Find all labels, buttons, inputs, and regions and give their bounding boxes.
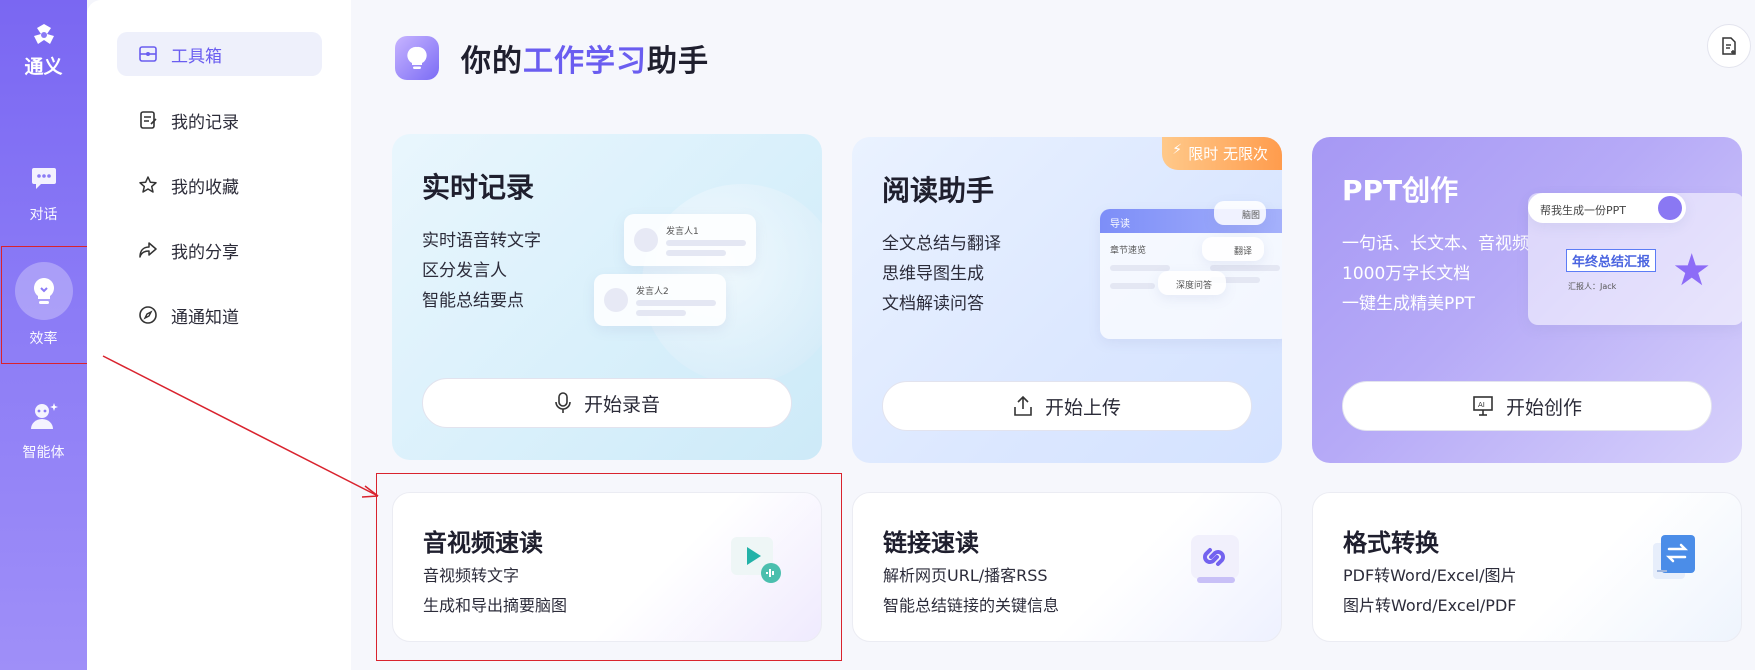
- card-title: 实时记录: [422, 171, 535, 204]
- chat-icon: [24, 158, 64, 198]
- star-wand-icon: ★: [1672, 245, 1712, 296]
- svg-text:AI: AI: [1478, 401, 1485, 409]
- card-description: 实时语音转文字 区分发言人 智能总结要点: [422, 231, 541, 311]
- card-description: PDF转Word/Excel/图片 图片转Word/Excel/PDF: [1343, 566, 1517, 615]
- highlight-box-card: [376, 473, 842, 661]
- assistant-bulb-icon: [395, 36, 439, 80]
- page-title: 你的工作学习助手: [461, 44, 709, 79]
- nav-item-label: 工具箱: [171, 46, 222, 67]
- card-title: 格式转换: [1343, 529, 1439, 557]
- document-add-icon: [1722, 37, 1736, 55]
- rail-item-label: 对话: [29, 207, 58, 223]
- start-create-button[interactable]: AI 开始创作: [1342, 381, 1712, 431]
- button-label: 开始创作: [1505, 396, 1582, 419]
- rail-item-label: 智能体: [22, 445, 65, 461]
- limited-offer-badge: ⚡ 限时 无限次: [1162, 137, 1282, 170]
- tongyi-logo-icon: [33, 24, 54, 44]
- page-header: 你的工作学习助手: [395, 36, 709, 80]
- toolbox-icon: [137, 43, 159, 65]
- compass-icon: [137, 304, 159, 326]
- rail-item-agent[interactable]: 智能体: [0, 396, 87, 462]
- card-ppt-creation[interactable]: PPT创作 一句话、长文本、音视频 1000万字长文档 一键生成精美PPT 帮我…: [1312, 137, 1742, 463]
- microphone-icon: [554, 392, 572, 414]
- card-format-convert[interactable]: 格式转换 PDF转Word/Excel/图片 图片转Word/Excel/PDF: [1312, 492, 1742, 642]
- presentation-icon: AI: [1472, 395, 1494, 417]
- nav-item-toolbox[interactable]: 工具箱: [117, 32, 322, 76]
- record-icon: [137, 109, 159, 131]
- card-title: 链接速读: [883, 529, 979, 557]
- lightning-icon: ⚡: [1172, 142, 1183, 158]
- nav-item-shares[interactable]: 我的分享: [117, 228, 322, 272]
- start-recording-button[interactable]: 开始录音: [422, 378, 792, 428]
- button-label: 开始录音: [583, 393, 660, 416]
- nav-item-tongtong[interactable]: 通通知道: [117, 293, 322, 337]
- share-icon: [137, 239, 159, 261]
- card-description: 全文总结与翻译 思维导图生成 文档解读问答: [882, 234, 1001, 314]
- nav-item-label: 通通知道: [171, 307, 239, 328]
- upload-icon: [1013, 395, 1033, 417]
- card-description: 解析网页URL/播客RSS 智能总结链接的关键信息: [883, 566, 1060, 615]
- nav-item-label: 我的记录: [171, 112, 239, 133]
- rail-item-chat[interactable]: 对话: [0, 158, 87, 224]
- nav-item-favorites[interactable]: 我的收藏: [117, 163, 322, 207]
- button-label: 开始上传: [1044, 396, 1121, 419]
- tool-nav-panel: 工具箱 我的记录 我的收藏 我的分享 通通知道: [87, 0, 351, 670]
- convert-icon: [1647, 531, 1703, 587]
- highlight-box-rail: [1, 246, 90, 364]
- nav-item-records[interactable]: 我的记录: [117, 98, 322, 142]
- card-realtime-record[interactable]: 实时记录 实时语音转文字 区分发言人 智能总结要点 发言人1 发言人2 开始录音: [392, 134, 822, 460]
- nav-item-label: 我的收藏: [171, 177, 239, 198]
- nav-item-label: 我的分享: [171, 242, 239, 263]
- document-add-button[interactable]: [1707, 24, 1751, 68]
- logo-text: 通义: [24, 56, 63, 78]
- star-icon: [137, 174, 159, 196]
- start-upload-button[interactable]: 开始上传: [882, 381, 1252, 431]
- card-reading-assistant[interactable]: ⚡ 限时 无限次 阅读助手 全文总结与翻译 思维导图生成 文档解读问答 导读 章节…: [852, 137, 1282, 463]
- link-icon: [1187, 531, 1243, 587]
- agent-icon: [24, 396, 64, 436]
- app-logo[interactable]: 通义: [0, 22, 87, 79]
- card-description: 一句话、长文本、音视频 1000万字长文档 一键生成精美PPT: [1342, 234, 1529, 314]
- card-title: 阅读助手: [882, 174, 995, 207]
- card-title: PPT创作: [1342, 174, 1459, 207]
- card-link-quick-read[interactable]: 链接速读 解析网页URL/播客RSS 智能总结链接的关键信息: [852, 492, 1282, 642]
